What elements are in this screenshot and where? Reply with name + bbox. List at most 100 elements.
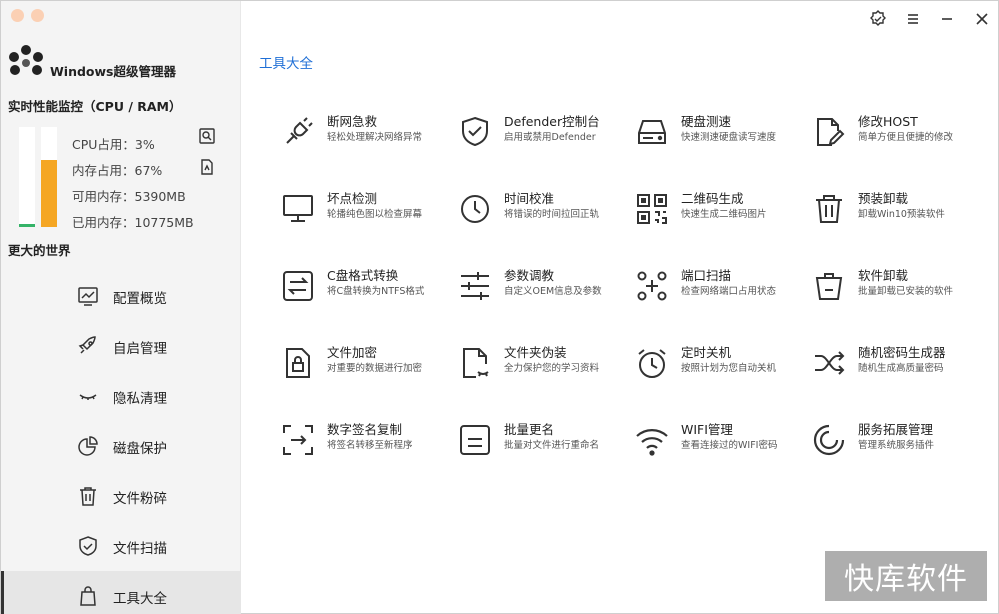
tool-desc: 将错误的时间拉回正轨 [504,209,600,220]
tool-name: 坏点检测 [327,191,378,206]
sliders-icon [461,272,489,300]
sidebar-item-label: 磁盘保护 [113,441,167,457]
signature-transfer-icon [283,425,313,455]
sidebar-nav: 配置概览 自启管理 隐私清理 磁盘保护 文件粉碎 文件扫描 工具大全 [1,271,241,614]
watermark: 快库软件 [825,551,987,601]
tool-network-rescue[interactable]: 断网急救 轻松处理解决网络异常 [281,111,456,161]
shield-icon [462,116,488,147]
tool-name: 硬盘测速 [681,114,732,129]
tool-name: 批量更名 [504,422,555,437]
edit-file-icon [817,118,845,146]
monitor-title: 实时性能监控（CPU / RAM） [8,99,182,114]
tool-name: 服务拓展管理 [858,422,934,437]
minimize-icon[interactable] [937,9,957,29]
cpu-usage-bar [19,127,35,227]
sidebar-item-label: 文件扫描 [113,541,167,557]
tool-name: 定时关机 [681,345,732,360]
tool-desc: 管理系统服务插件 [858,440,935,451]
tool-desc: 查看连接过的WIFI密码 [681,440,778,451]
sidebar-item-disk-protect[interactable]: 磁盘保护 [1,421,241,471]
tool-name: 断网急救 [327,114,378,129]
tool-port-scan[interactable]: 端口扫描 检查网络端口占用状态 [635,265,810,315]
sidebar-item-scan[interactable]: 文件扫描 [1,521,241,571]
tool-desc: 检查网络端口占用状态 [681,286,777,297]
tool-wifi-manage[interactable]: WIFI管理 查看连接过的WIFI密码 [635,419,810,469]
port-scan-icon [637,271,667,301]
image-report-icon[interactable] [198,127,216,145]
memory-clean-icon[interactable] [198,158,216,176]
tool-desc: 快速生成二维码图片 [681,209,767,220]
tool-name: 修改HOST [858,114,918,129]
tool-desc: 按照计划为您自动关机 [681,363,777,374]
rocket-icon [78,336,96,354]
sidebar-item-overview[interactable]: 配置概览 [1,271,241,321]
tool-desc: 全力保护您的学习资料 [504,363,600,374]
tool-param-tune[interactable]: 参数调教 自定义OEM信息及参数 [458,265,633,315]
sidebar-item-label: 配置概览 [113,291,167,307]
tool-name: Defender控制台 [504,114,600,129]
chart-monitor-icon [78,287,98,306]
mem-usage-bar [41,127,57,227]
tool-name: WIFI管理 [681,422,733,437]
app-logo-icon [9,45,43,75]
verified-badge-icon[interactable] [868,9,888,29]
hard-drive-icon [638,120,666,144]
sidebar-item-privacy[interactable]: 隐私清理 [1,371,241,421]
tool-software-uninstall[interactable]: 软件卸载 批量卸载已安装的软件 [812,265,987,315]
tool-desc: 将C盘转换为NTFS格式 [327,286,425,297]
tool-password-generator[interactable]: 随机密码生成器 随机生成高质量密码 [812,342,987,392]
app-title: Windows超级管理器 [50,64,176,79]
wifi-icon [636,429,668,456]
shuffle-icon [815,351,845,375]
clock-icon [461,195,489,223]
tool-qrcode[interactable]: 二维码生成 快速生成二维码图片 [635,188,810,238]
tool-name: C盘格式转换 [327,268,399,283]
close-icon[interactable] [972,9,992,29]
tool-time-sync[interactable]: 时间校准 将错误的时间拉回正轨 [458,188,633,238]
tool-name: 文件夹伪装 [504,345,567,360]
mem-usage-fill [41,160,57,227]
tool-disk-speed[interactable]: 硬盘测速 快速测速硬盘读写速度 [635,111,810,161]
tool-service-manage[interactable]: 服务拓展管理 管理系统服务插件 [812,419,987,469]
tool-folder-disguise[interactable]: 文件夹伪装 全力保护您的学习资料 [458,342,633,392]
menu-icon[interactable] [903,9,923,29]
file-lock-icon [286,348,310,378]
trash-bin-icon [815,273,843,300]
sidebar-item-tools[interactable]: 工具大全 [1,571,241,614]
cpu-usage-text: CPU占用：3% [72,137,155,152]
tool-scheduled-shutdown[interactable]: 定时关机 按照计划为您自动关机 [635,342,810,392]
tool-desc: 对重要的数据进行加密 [327,363,423,374]
tool-desc: 轻松处理解决网络异常 [327,132,423,143]
pie-chart-icon [78,436,98,456]
section-title: 工具大全 [259,56,313,72]
close-dot-button[interactable] [11,9,24,22]
eye-closed-icon [79,394,97,400]
tool-signature-copy[interactable]: 数字签名复制 将签名转移至新程序 [281,419,456,469]
tool-defender[interactable]: Defender控制台 启用或禁用Defender [458,111,633,161]
tool-c-format[interactable]: C盘格式转换 将C盘转换为NTFS格式 [281,265,456,315]
rename-icon [460,425,490,455]
file-disguise-icon [463,348,489,378]
tool-name: 文件加密 [327,345,378,360]
sidebar-item-label: 文件粉碎 [113,491,167,507]
used-mem-text: 已用内存：10775MB [72,215,194,230]
tool-name: 预装卸载 [858,191,909,206]
tool-batch-rename[interactable]: 批量更名 批量对文件进行重命名 [458,419,633,469]
minimize-dot-button[interactable] [31,9,44,22]
tool-preinstall-uninstall[interactable]: 预装卸载 卸载Win10预装软件 [812,188,987,238]
convert-icon [283,271,313,301]
shield-check-icon [79,536,97,556]
tool-desc: 卸载Win10预装软件 [858,209,945,220]
sidebar-item-startup[interactable]: 自启管理 [1,321,241,371]
tool-desc: 批量对文件进行重命名 [504,440,600,451]
mem-usage-text: 内存占用：67% [72,163,163,178]
tool-desc: 批量卸载已安装的软件 [858,286,954,297]
app-window: Windows超级管理器 实时性能监控（CPU / RAM） CPU占用：3% … [0,0,999,614]
tool-desc: 将签名转移至新程序 [327,440,413,451]
tool-edit-host[interactable]: 修改HOST 简单方便且便捷的修改 [812,111,987,161]
sidebar-item-shred[interactable]: 文件粉碎 [1,471,241,521]
slogan: 更大的世界 [8,243,71,258]
bag-icon [80,586,96,606]
tool-dead-pixel[interactable]: 坏点检测 轮播纯色图以检查屏幕 [281,188,456,238]
tool-file-encrypt[interactable]: 文件加密 对重要的数据进行加密 [281,342,456,392]
